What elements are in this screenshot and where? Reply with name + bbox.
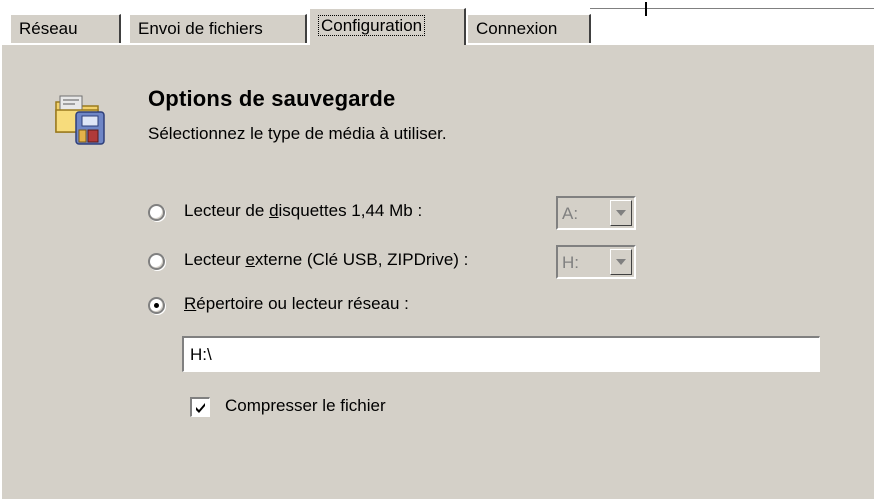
radio-selected-dot (154, 303, 159, 308)
tab-strip-border (590, 8, 874, 9)
section-subtitle: Sélectionnez le type de média à utiliser… (148, 124, 447, 143)
directory-path-input[interactable] (182, 336, 820, 372)
external-label: Lecteur externe (Clé USB, ZIPDrive) : (184, 250, 469, 269)
tab-configuration[interactable]: Configuration (309, 8, 466, 45)
section-title: Options de sauvegarde (148, 86, 396, 111)
external-radio[interactable] (148, 253, 165, 270)
tab-reseau[interactable]: Réseau (10, 14, 121, 43)
external-drive-dropdown-button[interactable] (610, 249, 632, 275)
chevron-down-icon (616, 210, 626, 216)
directory-radio[interactable] (148, 297, 165, 314)
floppy-option[interactable]: Lecteur de disquettes 1,44 Mb : (148, 201, 508, 225)
checkmark-icon (196, 403, 205, 413)
tab-connexion-label: Connexion (476, 19, 558, 38)
tab-reseau-label: Réseau (19, 19, 78, 38)
tab-configuration-label: Configuration (318, 15, 426, 36)
tab-envoi-fichiers-label: Envoi de fichiers (138, 19, 263, 38)
tab-envoi-fichiers[interactable]: Envoi de fichiers (129, 14, 307, 43)
compress-label: Compresser le fichier (225, 396, 386, 415)
tab-strip: Réseau Envoi de fichiers Configuration C… (0, 0, 874, 45)
tab-strip-tick (645, 2, 647, 16)
external-option[interactable]: Lecteur externe (Clé USB, ZIPDrive) : (148, 250, 548, 274)
floppy-drive-select[interactable]: A: (556, 196, 636, 230)
tab-connexion[interactable]: Connexion (467, 14, 591, 43)
external-drive-value: H: (562, 253, 579, 272)
external-drive-select[interactable]: H: (556, 245, 636, 279)
floppy-drive-dropdown-button[interactable] (610, 200, 632, 226)
directory-label: Répertoire ou lecteur réseau : (184, 294, 409, 313)
floppy-radio[interactable] (148, 204, 165, 221)
backup-options-icon (52, 88, 116, 152)
compress-checkbox[interactable] (190, 397, 210, 417)
chevron-down-icon (616, 259, 626, 265)
directory-option[interactable]: Répertoire ou lecteur réseau : (148, 294, 478, 318)
floppy-drive-value: A: (562, 204, 579, 223)
floppy-label: Lecteur de disquettes 1,44 Mb : (184, 201, 423, 220)
